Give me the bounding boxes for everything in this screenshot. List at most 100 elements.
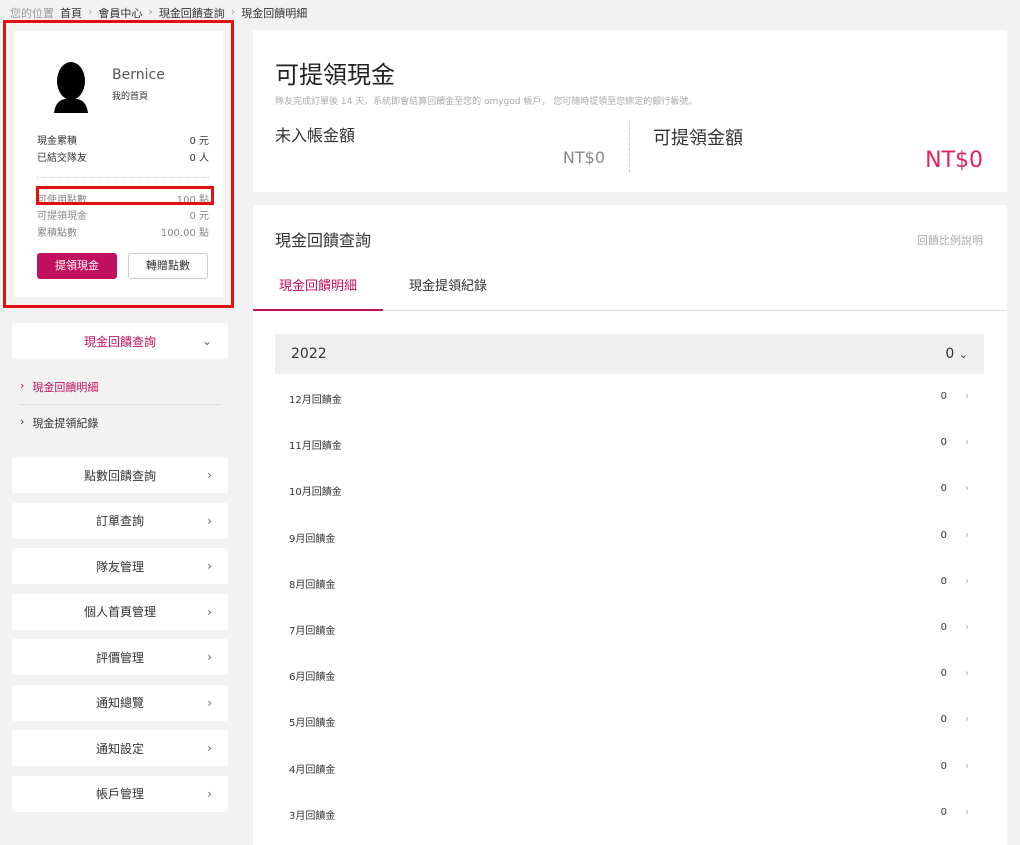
sidebar-item[interactable]: 評價管理 › xyxy=(12,639,228,675)
profile-highlight: Bernice 我的首頁 現金累積 0 元 已結交隊友 0 人 可使用點數 100 點… xyxy=(3,20,234,308)
chevron-down-icon: ⌄ xyxy=(201,334,212,348)
month-value: 0 xyxy=(940,529,947,541)
breadcrumb: 您的位置 首頁 › 會員中心 › 現金回饋查詢 › 現金回饋明細 xyxy=(10,5,308,21)
sidebar-item[interactable]: 通知總覽 › xyxy=(12,684,228,721)
sidebar-item[interactable]: 通知設定 › xyxy=(12,730,228,766)
tab-withdraw-record[interactable]: 現金提領紀錄 xyxy=(383,275,513,311)
chevron-right-icon: › xyxy=(965,714,969,726)
month-label: 5月回饋金 xyxy=(289,718,336,730)
description: 隊友完成訂單後 14 天，系統即會結算回饋金至您的 omygod 帳戶， 您可隨… xyxy=(275,97,698,107)
chevron-right-icon: › xyxy=(207,559,212,573)
month-value: 0 xyxy=(940,668,947,680)
sidebar-item-label: 通知總覽 xyxy=(95,696,144,710)
tab-cashback-detail[interactable]: 現金回饋明細 xyxy=(253,275,383,311)
sidebar-item-label: 評價管理 xyxy=(95,650,144,665)
divider xyxy=(20,404,220,405)
points-highlight xyxy=(36,186,214,205)
month-row[interactable]: 12月回饋金 0 › xyxy=(289,391,969,406)
withdraw-cash-button[interactable]: 提領現金 xyxy=(37,253,117,279)
month-value: 0 xyxy=(940,391,947,402)
points-value: 0 元 xyxy=(189,211,209,222)
month-value: 0 xyxy=(940,575,947,587)
month-row[interactable]: 3月回饋金 0 › xyxy=(289,807,969,822)
cashback-ratio-link[interactable]: 回饋比例說明 xyxy=(917,232,983,248)
divider xyxy=(629,122,630,172)
stat-value: 0 元 xyxy=(189,136,209,147)
breadcrumb-home[interactable]: 首頁 xyxy=(60,5,82,21)
sidebar-item-label: 現金回饋查詢 xyxy=(83,334,156,349)
month-row[interactable]: 10月回饋金 0 › xyxy=(289,483,969,498)
chevron-right-icon: › xyxy=(207,786,212,801)
month-label: 12月回饋金 xyxy=(289,395,342,406)
avatar xyxy=(54,62,88,113)
sidebar-sub-withdraw-record[interactable]: › 現金提領紀錄 xyxy=(20,415,98,431)
sidebar-item-cashback[interactable]: 現金回饋查詢 ⌄ xyxy=(12,323,228,359)
breadcrumb-current: 現金回饋明細 xyxy=(241,7,308,20)
month-row[interactable]: 7月回饋金 0 › xyxy=(289,622,969,637)
sidebar-item-label: 隊友管理 xyxy=(95,559,144,574)
chevron-right-icon: › xyxy=(965,391,969,402)
chevron-right-icon: › xyxy=(207,604,212,619)
month-value: 0 xyxy=(940,437,947,449)
page-title: 可提領現金 xyxy=(275,61,395,89)
month-row[interactable]: 8月回饋金 0 › xyxy=(289,576,969,591)
sidebar-item[interactable]: 個人首頁管理 › xyxy=(12,593,228,630)
sidebar-item[interactable]: 點數回饋查詢 › xyxy=(12,457,228,493)
chevron-right-icon: › xyxy=(965,622,969,633)
month-value: 0 xyxy=(940,760,947,772)
profile-card: Bernice 我的首頁 現金累積 0 元 已結交隊友 0 人 可使用點數 100 點… xyxy=(14,31,223,297)
year-label: 2022 xyxy=(291,346,327,362)
stat-value: 0 人 xyxy=(189,153,209,164)
section-title: 現金回饋查詢 xyxy=(275,231,372,250)
withdrawable-cash-card: 可提領現金 隊友完成訂單後 14 天，系統即會結算回饋金至您的 omygod 帳… xyxy=(253,30,1007,192)
chevron-right-icon: › xyxy=(207,468,212,482)
sidebar-item-label: 通知設定 xyxy=(95,741,144,756)
breadcrumb-cashback[interactable]: 現金回饋查詢 xyxy=(159,5,225,21)
year-accordion[interactable]: 2022 0 ⌄ xyxy=(275,334,984,374)
sidebar-item-label: 帳戶管理 xyxy=(95,787,144,801)
month-label: 4月回饋金 xyxy=(289,764,336,776)
sidebar-sub-cashback-detail[interactable]: › 現金回饋明細 xyxy=(20,379,98,395)
month-label: 11月回饋金 xyxy=(289,441,342,453)
month-value: 0 xyxy=(940,622,947,633)
chevron-right-icon: › xyxy=(965,806,969,818)
month-row[interactable]: 6月回饋金 0 › xyxy=(289,668,969,683)
month-label: 3月回饋金 xyxy=(289,810,336,822)
chevron-right-icon: › xyxy=(207,695,212,710)
available-value: NT$0 xyxy=(925,148,983,173)
pending-label: 未入帳金額 xyxy=(275,126,356,145)
chevron-right-icon: › xyxy=(965,437,969,449)
stat-label: 已結交隊友 xyxy=(37,153,87,164)
divider xyxy=(37,177,209,178)
year-total: 0 xyxy=(945,346,955,362)
sidebar-item-label: 訂單查詢 xyxy=(95,514,144,528)
month-value: 0 xyxy=(940,806,947,818)
transfer-points-button[interactable]: 轉贈點數 xyxy=(128,253,208,279)
chevron-right-icon: › xyxy=(20,415,25,428)
chevron-right-icon: › xyxy=(965,529,969,541)
month-label: 6月回饋金 xyxy=(289,672,336,684)
month-row[interactable]: 5月回饋金 0 › xyxy=(289,714,969,729)
month-row[interactable]: 11月回饋金 0 › xyxy=(289,437,969,452)
chevron-right-icon: › xyxy=(207,741,212,755)
sidebar-item[interactable]: 訂單查詢 › xyxy=(12,502,228,539)
points-label: 可提領現金 xyxy=(37,211,87,222)
month-label: 9月回饋金 xyxy=(289,533,336,545)
month-value: 0 xyxy=(940,483,947,495)
month-row[interactable]: 9月回饋金 0 › xyxy=(289,530,969,545)
month-row[interactable]: 4月回饋金 0 › xyxy=(289,761,969,776)
cashback-query-card: 現金回饋查詢 回饋比例說明 現金回饋明細 現金提領紀錄 2022 0 ⌄ 12月回… xyxy=(253,205,1007,845)
sidebar-item[interactable]: 帳戶管理 › xyxy=(12,775,228,812)
month-value: 0 xyxy=(940,714,947,726)
points-value: 100.00 點 xyxy=(160,228,209,239)
chevron-right-icon: › xyxy=(965,668,969,680)
chevron-right-icon: › xyxy=(207,650,212,664)
sidebar-item[interactable]: 隊友管理 › xyxy=(12,548,228,584)
sidebar-item-label: 個人首頁管理 xyxy=(83,605,156,619)
points-label: 累積點數 xyxy=(37,228,77,239)
breadcrumb-member[interactable]: 會員中心 xyxy=(98,5,142,21)
my-homepage-link[interactable]: 我的首頁 xyxy=(112,89,148,102)
chevron-right-icon: › xyxy=(965,483,969,495)
breadcrumb-label: 您的位置 xyxy=(10,7,54,20)
pending-value: NT$0 xyxy=(562,148,605,167)
